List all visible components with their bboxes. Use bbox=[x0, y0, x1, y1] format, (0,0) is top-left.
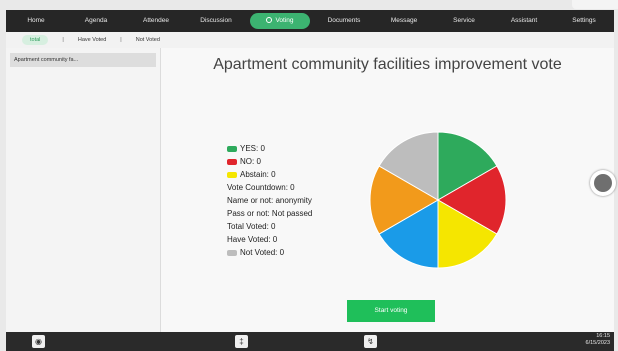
no-legend-swatch bbox=[227, 158, 237, 165]
clock: 16:15 6/15/2023 bbox=[586, 333, 610, 347]
abstain-legend-swatch bbox=[227, 171, 237, 178]
vote-list-sidebar: Apartment community fa... bbox=[6, 48, 161, 332]
floating-button-inner bbox=[594, 174, 612, 192]
clock-time: 16:15 bbox=[596, 333, 610, 339]
filter-total[interactable]: total bbox=[22, 35, 49, 45]
vote-stats: YES: 0 NO: 0 Abstain: 0 Vote Countdown: … bbox=[227, 142, 312, 259]
stat-have-voted: Have Voted: 0 bbox=[227, 235, 278, 244]
stat-no-text: NO: 0 bbox=[240, 157, 261, 166]
yes-legend-swatch bbox=[227, 145, 237, 152]
nav-voting-label: Voting bbox=[275, 17, 294, 24]
divider: | bbox=[120, 37, 122, 43]
nav-discussion[interactable]: Discussion bbox=[186, 13, 246, 29]
vote-detail-panel: Apartment community facilities improveme… bbox=[161, 48, 614, 332]
stat-total-voted: Total Voted: 0 bbox=[227, 222, 276, 231]
stat-yes-text: YES: 0 bbox=[240, 144, 265, 153]
filter-not-voted[interactable]: Not Voted bbox=[136, 37, 160, 43]
top-navigation: Home Agenda Attendee Discussion Voting D… bbox=[6, 10, 614, 32]
nav-message[interactable]: Message bbox=[374, 13, 434, 29]
stat-name-or-not: Name or not: anonymity bbox=[227, 196, 312, 205]
vote-title: Apartment community facilities improveme… bbox=[213, 56, 562, 73]
clock-date: 6/15/2023 bbox=[585, 340, 610, 346]
stat-countdown: Vote Countdown: 0 bbox=[227, 183, 295, 192]
nav-home[interactable]: Home bbox=[6, 13, 66, 29]
stat-yes: YES: 0 bbox=[227, 142, 312, 155]
stat-not-voted: Not Voted: 0 bbox=[227, 246, 312, 259]
filter-have-voted[interactable]: Have Voted bbox=[78, 37, 106, 43]
nav-assistant[interactable]: Assistant bbox=[494, 13, 554, 29]
nav-attendee[interactable]: Attendee bbox=[126, 13, 186, 29]
stat-abstain: Abstain: 0 bbox=[227, 168, 312, 181]
vote-pie-chart bbox=[369, 131, 507, 269]
stat-no: NO: 0 bbox=[227, 155, 312, 168]
nav-agenda[interactable]: Agenda bbox=[66, 13, 126, 29]
nav-voting[interactable]: Voting bbox=[250, 13, 310, 29]
vote-list-item[interactable]: Apartment community fa... bbox=[10, 53, 156, 67]
start-voting-button[interactable]: Start voting bbox=[347, 300, 435, 322]
microphone-icon[interactable]: ‡ bbox=[235, 335, 248, 348]
floating-assistive-button[interactable] bbox=[590, 170, 616, 196]
not-voted-legend-swatch bbox=[227, 249, 237, 256]
corner-tab bbox=[572, 0, 618, 9]
nav-settings[interactable]: Settings bbox=[554, 13, 614, 29]
nav-documents[interactable]: Documents bbox=[314, 13, 374, 29]
screen-share-icon[interactable]: ↯ bbox=[364, 335, 377, 348]
nav-service[interactable]: Service bbox=[434, 13, 494, 29]
vote-filter-bar: total | Have Voted | Not Voted bbox=[6, 32, 614, 48]
voting-icon bbox=[266, 17, 273, 24]
bottom-toolbar: ◉ ‡ ↯ 16:15 6/15/2023 bbox=[6, 332, 614, 351]
stat-abstain-text: Abstain: 0 bbox=[240, 170, 276, 179]
stat-pass-or-not: Pass or not: Not passed bbox=[227, 209, 313, 218]
stat-not-voted-text: Not Voted: 0 bbox=[240, 248, 285, 257]
divider: | bbox=[62, 37, 64, 43]
headset-icon[interactable]: ◉ bbox=[32, 335, 45, 348]
